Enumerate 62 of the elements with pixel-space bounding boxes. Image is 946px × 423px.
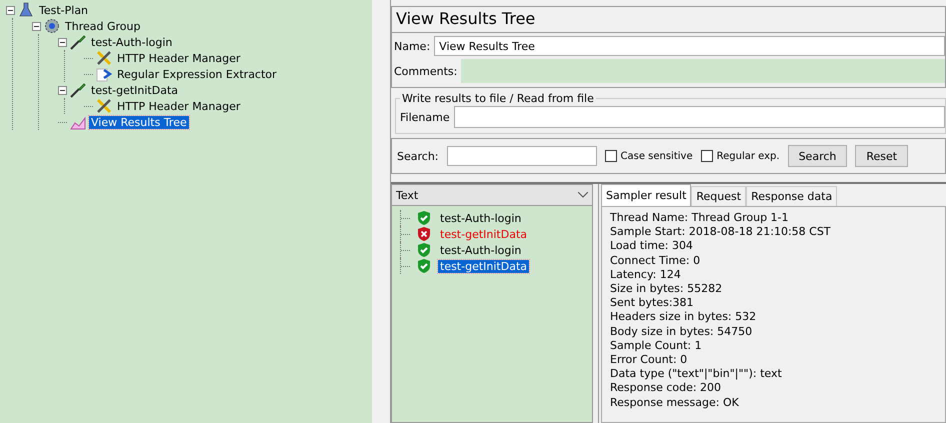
field-label: Search: [397,150,438,162]
collapse-toggle[interactable] [58,86,67,94]
result-item[interactable]: test-getInitData [438,260,530,272]
check-shield-icon [416,242,432,258]
error-shield-icon [416,226,432,242]
gear-icon [44,18,60,34]
result-line: Load time: 304 [610,239,694,254]
collapse-toggle[interactable] [6,6,15,14]
tree-item[interactable]: Regular Expression Extractor [115,68,279,80]
document-arrow-icon [96,66,112,82]
field-label: Comments: [394,64,458,78]
action-button[interactable]: Reset [855,145,908,167]
comments-field[interactable] [461,59,945,83]
result-line: Data type ("text"|"bin"|""): text [610,367,783,382]
result-line: Headers size in bytes: 532 [610,310,758,325]
result-item[interactable]: test-Auth-login [438,244,524,256]
result-line: Sent bytes:381 [610,296,695,310]
panel-title: View Results Tree [391,6,946,32]
collapse-toggle[interactable] [58,38,67,46]
result-line: Sample Count: 1 [610,338,703,354]
result-line: Latency: 124 [610,268,682,282]
result-line: Sample Start: 2018-08-18 21:10:58 CST [610,225,832,240]
chart-icon [70,114,86,130]
tools-icon [96,98,112,114]
result-line: Thread Name: Thread Group 1-1 [610,211,790,226]
result-line: Body size in bytes: 54750 [610,324,754,339]
tree-item[interactable]: HTTP Header Manager [115,100,242,112]
result-line: Connect Time: 0 [610,254,702,268]
collapse-toggle[interactable] [32,22,41,30]
filename-field[interactable] [454,106,945,128]
tree-item[interactable]: Test-Plan [37,4,90,16]
tree-item[interactable]: test-Auth-login [89,36,174,48]
tree-item[interactable]: View Results Tree [89,116,189,128]
checkbox[interactable] [700,150,713,162]
checkbox-label: Regular exp. [716,150,780,162]
result-line: Response code: 200 [610,381,722,396]
result-line: Error Count: 0 [610,353,688,368]
result-line: Size in bytes: 55282 [610,282,724,296]
checkbox-label: Case sensitive [620,150,693,162]
renderer-dropdown[interactable]: Text [392,185,592,206]
tree-item[interactable]: test-getInitData [89,84,180,96]
action-button[interactable]: Search [788,145,848,167]
tree-item[interactable]: HTTP Header Manager [115,52,242,64]
tab[interactable]: Request [691,186,746,206]
field-label: Name: [394,40,430,52]
field-label: Filename [400,110,450,124]
tools-icon [96,50,112,66]
chevron-down-icon [578,192,588,198]
group-legend: Write results to file / Read from file [400,92,596,105]
result-item[interactable]: test-Auth-login [438,212,524,224]
check-shield-icon [416,210,432,226]
check-shield-icon [416,258,432,274]
tab[interactable]: Response data [746,186,838,206]
tab[interactable]: Sampler result [601,184,692,206]
tree-item[interactable]: Thread Group [63,20,142,32]
flask-icon [18,2,34,18]
name-field[interactable]: View Results Tree [434,36,945,56]
result-line: Response message: OK [610,396,740,410]
pipette-icon [70,82,86,98]
checkbox[interactable] [604,150,616,162]
pipette-icon [70,34,86,50]
search-field[interactable] [446,146,596,166]
